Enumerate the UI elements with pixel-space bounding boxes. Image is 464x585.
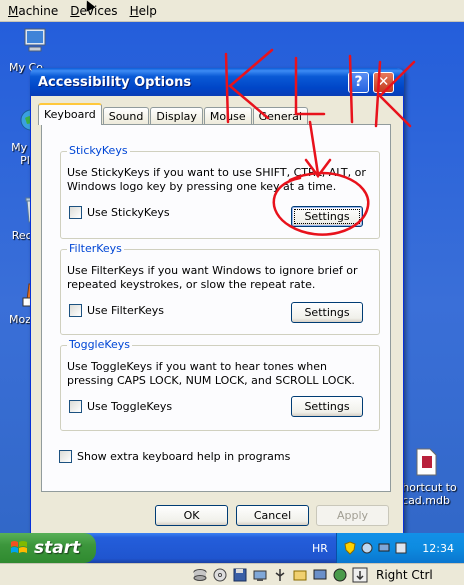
use-togglekeys-checkbox[interactable] <box>69 400 82 413</box>
use-togglekeys-row[interactable]: Use ToggleKeys <box>69 400 172 413</box>
extra-help-label: Show extra keyboard help in programs <box>77 450 291 463</box>
extra-help-row[interactable]: Show extra keyboard help in programs <box>59 450 290 463</box>
stickykeys-group: StickyKeys Use StickyKeys if you want to… <box>60 144 380 239</box>
menu-help-label: elp <box>138 3 157 18</box>
togglekeys-description: Use ToggleKeys if you want to hear tones… <box>67 360 355 387</box>
apply-button[interactable]: Apply <box>316 505 389 526</box>
tab-sound[interactable]: Sound <box>102 107 150 125</box>
clock[interactable]: 12:34 <box>422 542 454 555</box>
tab-general[interactable]: General <box>252 107 308 125</box>
close-button[interactable]: ✕ <box>373 72 394 93</box>
menu-help-mnemonic: H <box>129 3 139 18</box>
desktop: My Co My N Pl Recy Mozilla Shortcut to c… <box>0 22 464 533</box>
dialog-titlebar[interactable]: Accessibility Options ? ✕ <box>30 68 404 96</box>
togglekeys-settings-button[interactable]: Settings <box>291 396 363 417</box>
menu-help[interactable]: Help <box>124 2 163 20</box>
stickykeys-description: Use StickyKeys if you want to use SHIFT,… <box>67 166 366 193</box>
network-icon[interactable] <box>360 541 374 555</box>
keyboard-tab-panel: StickyKeys Use StickyKeys if you want to… <box>41 124 391 492</box>
display-capture-icon[interactable] <box>312 567 328 583</box>
host-key-arrow-icon <box>352 567 368 582</box>
tab-mouse[interactable]: Mouse <box>203 107 252 125</box>
system-tray: 12:34 <box>336 533 464 563</box>
my-computer-icon <box>24 28 46 52</box>
use-stickykeys-row[interactable]: Use StickyKeys <box>69 206 170 219</box>
help-button[interactable]: ? <box>348 72 369 93</box>
menu-devices-mnemonic: D <box>70 3 80 18</box>
host-menubar: Machine Devices Help <box>0 0 464 22</box>
language-indicator[interactable]: HR <box>312 542 328 555</box>
togglekeys-group-title: ToggleKeys <box>67 338 133 351</box>
security-shield-icon[interactable] <box>343 541 357 555</box>
stickykeys-group-title: StickyKeys <box>67 144 130 157</box>
menu-machine-mnemonic: M <box>8 3 19 18</box>
tab-display[interactable]: Display <box>150 107 203 125</box>
dialog-title: Accessibility Options <box>38 74 192 90</box>
filterkeys-group: FilterKeys Use FilterKeys if you want Wi… <box>60 242 380 335</box>
menu-machine-label: achine <box>18 3 59 18</box>
filterkeys-group-title: FilterKeys <box>67 242 124 255</box>
togglekeys-group: ToggleKeys Use ToggleKeys if you want to… <box>60 338 380 431</box>
use-filterkeys-row[interactable]: Use FilterKeys <box>69 304 164 317</box>
desktop-icon-my-computer[interactable]: My Co <box>0 26 70 74</box>
display-icon[interactable] <box>377 541 391 555</box>
virtualbox-tray-icon[interactable] <box>394 541 408 555</box>
start-label: start <box>34 538 81 558</box>
tab-keyboard[interactable]: Keyboard <box>38 103 102 125</box>
windows-flag-icon <box>11 541 27 553</box>
optical-disk-icon[interactable] <box>212 567 228 583</box>
filterkeys-description: Use FilterKeys if you want Windows to ig… <box>67 264 358 291</box>
accessibility-options-dialog: Accessibility Options ? ✕ Keyboard Sound… <box>30 68 404 533</box>
cancel-button[interactable]: Cancel <box>236 505 309 526</box>
use-togglekeys-label: Use ToggleKeys <box>87 400 173 413</box>
use-filterkeys-label: Use FilterKeys <box>87 304 164 317</box>
use-filterkeys-checkbox[interactable] <box>69 304 82 317</box>
tab-strip: Keyboard Sound Display Mouse General <box>38 103 309 125</box>
start-button[interactable]: start <box>0 533 96 563</box>
shared-folders-icon[interactable] <box>292 567 308 583</box>
host-key-label: Right Ctrl <box>376 567 433 582</box>
mouse-integration-icon[interactable] <box>332 567 348 583</box>
usb-icon[interactable] <box>272 567 288 583</box>
use-stickykeys-checkbox[interactable] <box>69 206 82 219</box>
hard-disk-icon[interactable] <box>192 567 208 583</box>
menu-machine[interactable]: Machine <box>2 2 64 20</box>
ok-button[interactable]: OK <box>155 505 228 526</box>
extra-help-checkbox[interactable] <box>59 450 72 463</box>
access-file-icon <box>416 448 437 476</box>
stickykeys-settings-button[interactable]: Settings <box>291 206 363 227</box>
taskbar: start HR 12:34 <box>0 533 464 563</box>
use-stickykeys-label: Use StickyKeys <box>87 206 170 219</box>
vbox-status-bar: Right Ctrl <box>0 563 464 585</box>
floppy-icon[interactable] <box>232 567 248 583</box>
filterkeys-settings-button[interactable]: Settings <box>291 302 363 323</box>
network-adapter-icon[interactable] <box>252 567 268 583</box>
